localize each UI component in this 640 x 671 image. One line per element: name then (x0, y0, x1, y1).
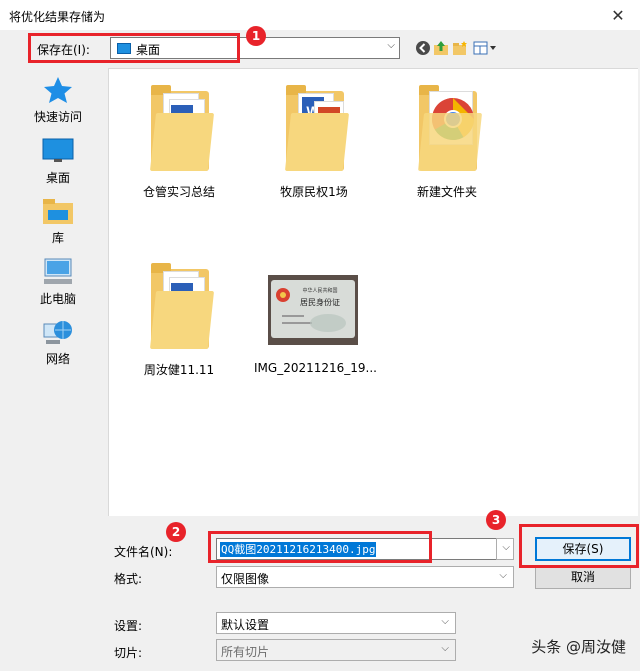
settings-dropdown[interactable]: 默认设置 ⌵ (216, 612, 456, 634)
sidebar-item-library[interactable]: 库 (10, 193, 106, 251)
chevron-down-icon: ⌵ (502, 542, 510, 553)
settings-value: 默认设置 (221, 618, 270, 632)
chevron-down-icon: ⌵ (387, 40, 395, 51)
cancel-button[interactable]: 取消 (535, 565, 631, 589)
slices-value: 所有切片 (221, 645, 270, 659)
annotation-marker-2: 2 (166, 522, 186, 542)
sidebar-item-quick-access[interactable]: 快速访问 (10, 72, 106, 130)
annotation-box-2 (208, 531, 432, 563)
thumb-header-text: 中华人民共和国 (302, 287, 337, 294)
file-list: W 仓管实习总结 W P 牧原民权1场 (108, 68, 638, 516)
folder-icon: W P (284, 83, 350, 171)
file-item-image[interactable]: 中华人民共和国 居民身份证 IMG_20211216_19... (254, 253, 377, 383)
chevron-down-icon: ⌵ (499, 570, 507, 581)
sidebar-item-label: 库 (51, 231, 64, 245)
filename-history-dropdown[interactable]: ⌵ (496, 538, 514, 560)
slices-dropdown[interactable]: 所有切片 ⌵ (216, 639, 456, 661)
file-name: 牧原民权1场 (280, 185, 348, 199)
computer-icon (44, 258, 72, 284)
desktop-icon (42, 138, 74, 162)
settings-label: 设置: (114, 619, 143, 633)
folder-icon: W (149, 261, 215, 349)
new-folder-icon[interactable] (452, 40, 468, 56)
sidebar-item-network[interactable]: 网络 (10, 314, 106, 372)
network-icon (43, 321, 72, 344)
file-item-folder[interactable]: 新建文件夹 (387, 75, 507, 205)
folder-icon (417, 83, 483, 171)
watermark: 头条 @周汝健 (531, 638, 626, 656)
star-icon (44, 77, 72, 103)
format-label: 格式: (114, 572, 143, 586)
file-name: 周汝健11.11 (143, 363, 215, 377)
window-title: 将优化结果存储为 (9, 10, 106, 24)
folder-icon: W (149, 83, 215, 171)
sidebar-item-label: 桌面 (45, 171, 70, 185)
file-name: 新建文件夹 (416, 185, 477, 199)
file-item-folder[interactable]: W 仓管实习总结 (119, 75, 239, 205)
slices-label: 切片: (114, 646, 143, 660)
title-bar: 将优化结果存储为 ✕ (0, 0, 640, 30)
places-sidebar: 快速访问 桌面 库 此电脑 网络 (10, 68, 106, 516)
library-icon (43, 199, 73, 224)
sidebar-item-desktop[interactable]: 桌面 (10, 133, 106, 191)
file-item-folder[interactable]: W 周汝健11.11 (119, 253, 239, 383)
chevron-down-icon: ⌵ (441, 616, 449, 627)
annotation-box-3 (519, 524, 639, 568)
sidebar-item-label: 网络 (45, 352, 70, 366)
thumb-title-text: 居民身份证 (300, 297, 340, 307)
annotation-box-1 (28, 33, 240, 63)
file-name: 仓管实习总结 (142, 185, 215, 199)
sidebar-item-this-pc[interactable]: 此电脑 (10, 254, 106, 312)
sidebar-item-label: 快速访问 (33, 110, 82, 124)
format-dropdown[interactable]: 仅限图像 ⌵ (216, 566, 514, 588)
annotation-marker-1: 1 (246, 26, 266, 46)
chevron-down-icon: ⌵ (441, 643, 449, 654)
up-folder-icon[interactable] (433, 40, 449, 56)
view-menu-icon[interactable] (473, 40, 497, 56)
format-value: 仅限图像 (221, 572, 270, 586)
file-name: IMG_20211216_19... (254, 361, 377, 375)
sidebar-item-label: 此电脑 (39, 292, 76, 306)
image-thumbnail: 中华人民共和国 居民身份证 (268, 275, 358, 345)
close-button[interactable]: ✕ (596, 0, 640, 30)
divider (0, 603, 640, 604)
back-icon[interactable] (415, 40, 431, 56)
filename-label: 文件名(N): (114, 545, 173, 559)
file-item-folder[interactable]: W P 牧原民权1场 (254, 75, 374, 205)
annotation-marker-3: 3 (486, 510, 506, 530)
